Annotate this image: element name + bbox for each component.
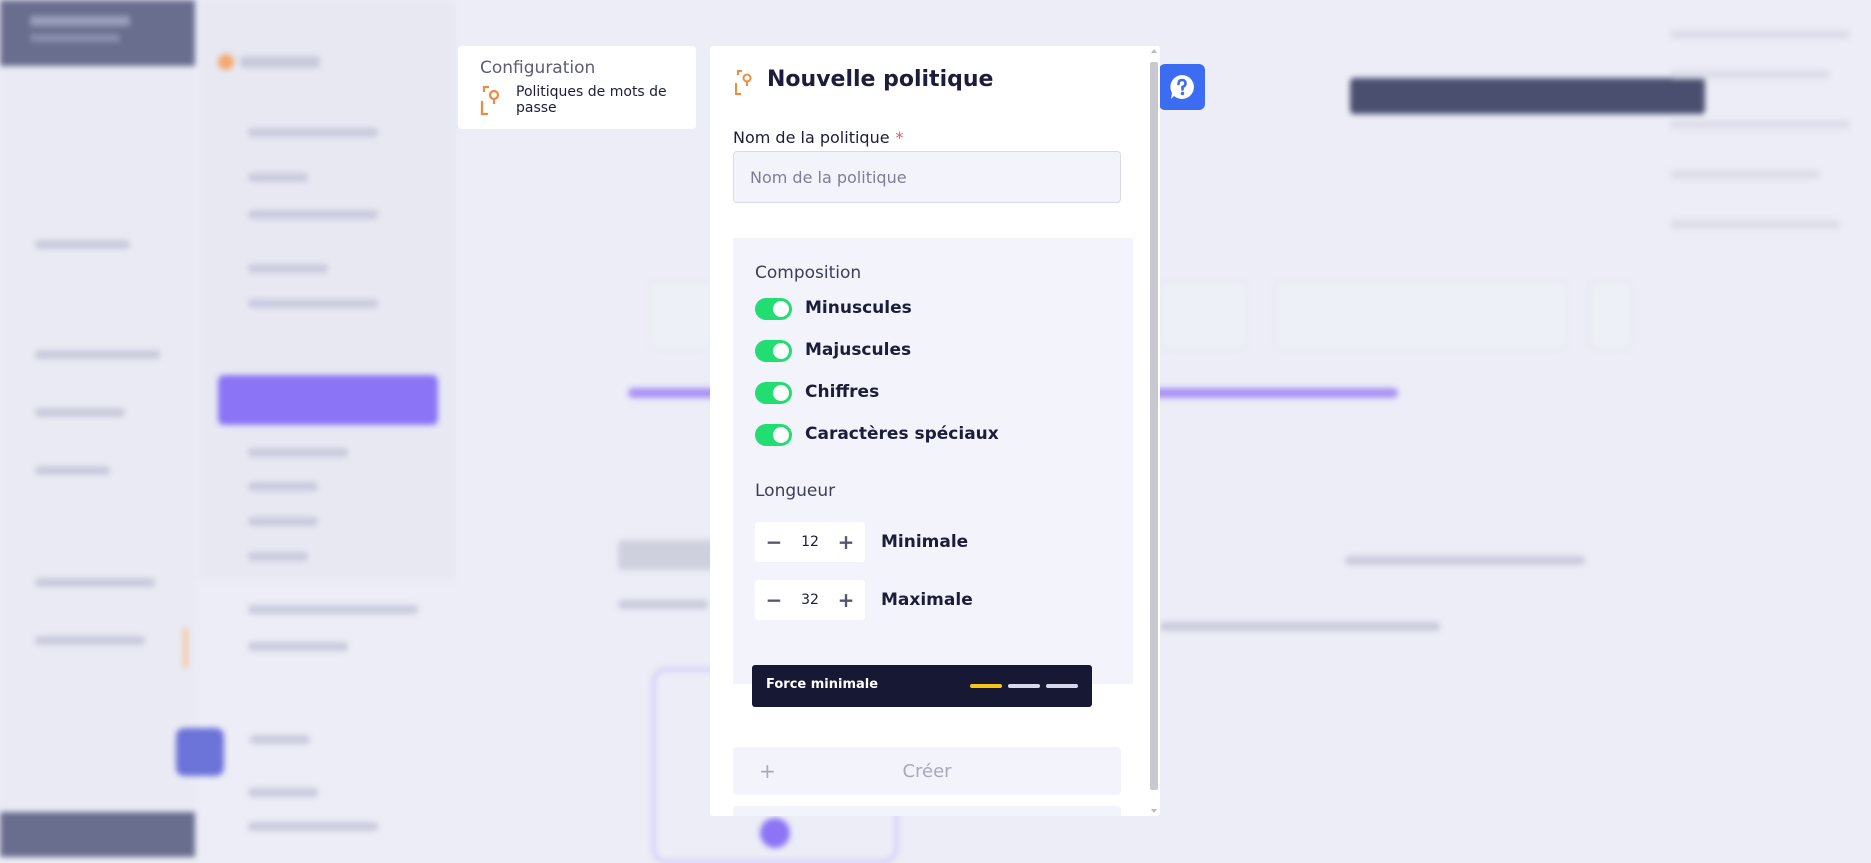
workspace-switcher: [0, 0, 195, 66]
toggle-label: Caractères spéciaux: [805, 424, 999, 444]
policy-name-input[interactable]: [733, 151, 1121, 203]
lowercase-toggle[interactable]: [755, 298, 792, 320]
help-button[interactable]: [1159, 64, 1205, 110]
password-policy-icon: [735, 70, 752, 95]
required-mark: *: [895, 128, 904, 147]
main-nav: [0, 66, 195, 812]
modal-scrollbar[interactable]: [1148, 46, 1160, 816]
policy-settings-panel: Composition Minuscules Majuscules Chiffr…: [733, 238, 1133, 684]
toggle-label: Majuscules: [805, 340, 912, 360]
modal-title: Nouvelle politique: [767, 67, 994, 92]
decrement-button[interactable]: −: [755, 522, 793, 562]
min-length-value[interactable]: 12: [793, 522, 827, 562]
breadcrumb: Configuration Politiques de mots de pass…: [458, 46, 696, 129]
password-policy-icon: [480, 86, 500, 116]
policy-name-label: Nom de la politique *: [733, 128, 904, 147]
create-button[interactable]: + Créer: [733, 747, 1121, 795]
strength-segment: [970, 684, 1002, 688]
strength-label: Force minimale: [766, 677, 879, 692]
min-length-label: Minimale: [881, 532, 969, 552]
toggle-label: Minuscules: [805, 298, 912, 318]
new-policy-modal: Nouvelle politique Nom de la politique * …: [710, 46, 1160, 816]
breadcrumb-current-item[interactable]: Politiques de mots de passe: [516, 84, 686, 116]
user-menu: [0, 812, 195, 857]
active-nav-item: [218, 375, 438, 425]
digits-toggle[interactable]: [755, 382, 792, 404]
breadcrumb-section: Configuration: [480, 58, 596, 78]
secondary-nav: [200, 0, 455, 580]
strength-indicator: Force minimale: [752, 665, 1092, 707]
max-length-label: Maximale: [881, 590, 973, 610]
increment-button[interactable]: +: [827, 580, 865, 620]
strength-segment: [1046, 684, 1078, 688]
max-length-stepper: − 32 +: [755, 580, 865, 620]
help-icon: [1170, 75, 1194, 99]
uppercase-toggle[interactable]: [755, 340, 792, 362]
scroll-up-arrow-icon[interactable]: [1151, 49, 1157, 53]
toggle-label: Chiffres: [805, 382, 880, 402]
decrement-button[interactable]: −: [755, 580, 793, 620]
length-title: Longueur: [755, 481, 836, 501]
scrollbar-thumb[interactable]: [1150, 62, 1158, 790]
max-length-value[interactable]: 32: [793, 580, 827, 620]
create-button-label: Créer: [902, 761, 952, 782]
next-section-stub: [733, 806, 1121, 816]
increment-button[interactable]: +: [827, 522, 865, 562]
special-chars-toggle[interactable]: [755, 424, 792, 446]
strength-segment: [1008, 684, 1040, 688]
composition-title: Composition: [755, 263, 862, 283]
scroll-down-arrow-icon[interactable]: [1151, 809, 1157, 813]
min-length-stepper: − 12 +: [755, 522, 865, 562]
